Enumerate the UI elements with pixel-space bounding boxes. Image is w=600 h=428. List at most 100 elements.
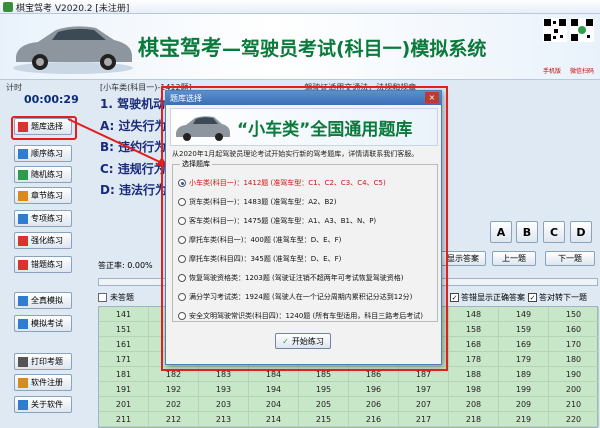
grid-cell[interactable]: 189 <box>499 367 549 382</box>
grid-cell[interactable]: 207 <box>399 397 449 412</box>
next-question-button[interactable]: 下一题 <box>545 251 595 266</box>
sidebar-item-3[interactable]: 章节练习 <box>14 187 72 204</box>
sidebar-item-8[interactable]: 模拟考试 <box>14 315 72 332</box>
sidebar-item-10[interactable]: 软件注册 <box>14 374 72 391</box>
sidebar-item-label: 强化练习 <box>31 236 63 245</box>
legend-swatch-unanswered <box>98 292 107 302</box>
grid-cell[interactable]: 170 <box>549 337 599 352</box>
grid-cell[interactable]: 217 <box>399 412 449 427</box>
show-answer-button[interactable]: 显示答案 <box>440 251 486 266</box>
grid-cell[interactable]: 195 <box>299 382 349 397</box>
grid-cell[interactable]: 186 <box>349 367 399 382</box>
sidebar-item-11[interactable]: 关于软件 <box>14 396 72 413</box>
grid-cell[interactable]: 193 <box>199 382 249 397</box>
grid-cell[interactable]: 168 <box>449 337 499 352</box>
wechat-qr-icon <box>570 18 594 42</box>
banner-title-main: 棋宝驾考 <box>138 36 222 60</box>
grid-cell[interactable]: 151 <box>99 322 149 337</box>
sidebar-item-9[interactable]: 打印考题 <box>14 353 72 370</box>
grid-cell[interactable]: 201 <box>99 397 149 412</box>
bank-option-6[interactable]: 满分学习考试类：1924题 (驾驶人在一个记分周期内累积记分达到12分) <box>178 292 412 302</box>
bank-option-3[interactable]: 摩托车类(科目一)：400题 (准驾车型：D、E、F) <box>178 235 341 245</box>
grid-cell[interactable]: 206 <box>349 397 399 412</box>
grid-cell[interactable]: 216 <box>349 412 399 427</box>
grid-cell[interactable]: 214 <box>249 412 299 427</box>
grid-cell[interactable]: 161 <box>99 337 149 352</box>
grid-cell[interactable]: 208 <box>449 397 499 412</box>
bank-option-label: 客车类(科目一)：1475题 (准驾车型：A1、A3、B1、N、P) <box>189 217 377 225</box>
grid-cell[interactable]: 188 <box>449 367 499 382</box>
grid-cell[interactable]: 211 <box>99 412 149 427</box>
grid-cell[interactable]: 141 <box>99 307 149 322</box>
bank-option-5[interactable]: 恢复驾驶资格类：1203题 (驾驶证注销不超两年可考试恢复驾驶资格) <box>178 273 404 283</box>
grid-cell[interactable]: 200 <box>549 382 599 397</box>
grid-cell[interactable]: 204 <box>249 397 299 412</box>
grid-cell[interactable]: 171 <box>99 352 149 367</box>
grid-cell[interactable]: 202 <box>149 397 199 412</box>
grid-cell[interactable]: 192 <box>149 382 199 397</box>
show-correct-checkbox[interactable]: ✓ 答错显示正确答案 <box>450 292 525 303</box>
bank-option-1[interactable]: 货车类(科目一)：1483题 (准驾车型：A2、B2) <box>178 197 336 207</box>
grid-cell[interactable]: 219 <box>499 412 549 427</box>
answer-c-button[interactable]: C <box>543 221 565 243</box>
sidebar-item-2[interactable]: 随机练习 <box>14 166 72 183</box>
grid-cell[interactable]: 210 <box>549 397 599 412</box>
auto-next-checkbox[interactable]: ✓ 答对转下一题 <box>528 292 587 303</box>
grid-cell[interactable]: 158 <box>449 322 499 337</box>
grid-cell[interactable]: 178 <box>449 352 499 367</box>
bank-option-0[interactable]: 小车类(科目一)：1412题 (准驾车型：C1、C2、C3、C4、C5) <box>178 178 386 188</box>
grid-cell[interactable]: 180 <box>549 352 599 367</box>
close-icon[interactable]: × <box>425 92 439 103</box>
grid-cell[interactable]: 212 <box>149 412 199 427</box>
bank-option-label: 摩托车类(科目一)：400题 (准驾车型：D、E、F) <box>189 236 342 244</box>
grid-cell[interactable]: 196 <box>349 382 399 397</box>
grid-cell[interactable]: 160 <box>549 322 599 337</box>
bank-option-2[interactable]: 客车类(科目一)：1475题 (准驾车型：A1、A3、B1、N、P) <box>178 216 376 226</box>
sidebar-item-5[interactable]: 强化练习 <box>14 232 72 249</box>
grid-cell[interactable]: 149 <box>499 307 549 322</box>
grid-cell[interactable]: 183 <box>199 367 249 382</box>
radio-icon <box>178 217 186 225</box>
timer-value: 00:00:29 <box>24 93 79 106</box>
grid-cell[interactable]: 205 <box>299 397 349 412</box>
grid-cell[interactable]: 184 <box>249 367 299 382</box>
grid-cell[interactable]: 203 <box>199 397 249 412</box>
option-a[interactable]: A: 过失行为 <box>100 117 167 134</box>
grid-cell[interactable]: 187 <box>399 367 449 382</box>
answer-d-button[interactable]: D <box>570 221 592 243</box>
prev-question-button[interactable]: 上一题 <box>492 251 536 266</box>
chapter-icon <box>18 190 28 201</box>
grid-cell[interactable]: 194 <box>249 382 299 397</box>
grid-cell[interactable]: 150 <box>549 307 599 322</box>
grid-cell[interactable]: 197 <box>399 382 449 397</box>
option-c[interactable]: C: 违规行为 <box>100 160 166 177</box>
sidebar-item-4[interactable]: 专项练习 <box>14 210 72 227</box>
bank-option-7[interactable]: 安全文明驾驶常识类(科目四)：1240题 (所有车型适用，科目三路考后考试) <box>178 311 423 321</box>
sidebar-item-6[interactable]: 错题练习 <box>14 256 72 273</box>
start-practice-button[interactable]: ✓ 开始练习 <box>275 333 331 349</box>
grid-cell[interactable]: 220 <box>549 412 599 427</box>
grid-cell[interactable]: 169 <box>499 337 549 352</box>
grid-cell[interactable]: 209 <box>499 397 549 412</box>
option-d[interactable]: D: 违法行为 <box>100 181 167 198</box>
answer-b-button[interactable]: B <box>516 221 538 243</box>
grid-cell[interactable]: 213 <box>199 412 249 427</box>
grid-cell[interactable]: 215 <box>299 412 349 427</box>
grid-cell[interactable]: 185 <box>299 367 349 382</box>
option-b[interactable]: B: 违约行为 <box>100 138 166 155</box>
grid-cell[interactable]: 199 <box>499 382 549 397</box>
grid-cell[interactable]: 198 <box>449 382 499 397</box>
grid-cell[interactable]: 181 <box>99 367 149 382</box>
grid-cell[interactable]: 179 <box>499 352 549 367</box>
grid-cell[interactable]: 159 <box>499 322 549 337</box>
grid-cell[interactable]: 191 <box>99 382 149 397</box>
key-icon <box>18 377 28 388</box>
answer-a-button[interactable]: A <box>490 221 512 243</box>
grid-cell[interactable]: 148 <box>449 307 499 322</box>
sidebar-item-1[interactable]: 顺序练习 <box>14 145 72 162</box>
grid-cell[interactable]: 218 <box>449 412 499 427</box>
grid-cell[interactable]: 190 <box>549 367 599 382</box>
bank-option-4[interactable]: 摩托车类(科目四)：345题 (准驾车型：D、E、F) <box>178 254 341 264</box>
sidebar-item-7[interactable]: 全真模拟 <box>14 292 72 309</box>
grid-cell[interactable]: 182 <box>149 367 199 382</box>
